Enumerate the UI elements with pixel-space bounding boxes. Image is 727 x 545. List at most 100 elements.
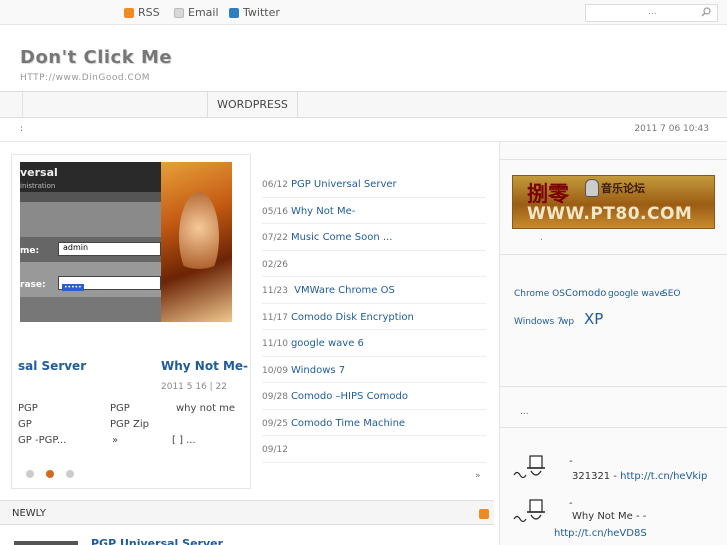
post-title[interactable]: Comodo Time Machine <box>291 418 405 429</box>
post-date: 09/28 <box>262 392 288 402</box>
post-title[interactable]: google wave 6 <box>291 338 364 349</box>
site-url: HTTP://www.DinGood.COM <box>20 73 151 83</box>
slide-text: why not me <box>176 403 236 414</box>
tweet-dash: - <box>569 456 573 467</box>
post-title[interactable]: VMWare Chrome OS <box>291 285 395 296</box>
search-icon[interactable] <box>701 7 711 17</box>
post-date: 11/23 <box>262 286 288 296</box>
tag-link[interactable]: wp <box>561 317 574 327</box>
slide-image-pgp-server[interactable]: versal inistration me: rase: admin ••••• <box>20 162 161 322</box>
list-item[interactable]: 05/16 Why Not Me- <box>262 198 486 224</box>
mail-icon <box>174 7 184 18</box>
post-title[interactable]: Comodo Disk Encryption <box>291 312 414 323</box>
list-item[interactable]: 11/17 Comodo Disk Encryption <box>262 304 486 330</box>
info-bar: : 2011 7 06 10:43 <box>0 119 727 142</box>
current-date: 2011 7 06 10:43 <box>634 124 709 134</box>
post-title[interactable]: Why Not Me- <box>291 206 355 217</box>
slide-title-pgp[interactable]: sal Server <box>18 359 86 373</box>
sidebar-divider <box>500 386 727 387</box>
tweet-link[interactable]: http://t.cn/heVD8S <box>554 528 647 539</box>
featured-slider: versal inistration me: rase: admin •••••… <box>11 154 251 489</box>
tweet-body: Why Not Me - - <box>572 511 647 522</box>
tweet-body: 321321 - <box>572 471 621 482</box>
tweet-link[interactable]: http://t.cn/heVkip <box>620 471 707 482</box>
slider-dot-3[interactable] <box>66 470 74 478</box>
post-list: 06/12 PGP Universal Server 05/16 Why Not M… <box>262 171 486 463</box>
post-date: 09/25 <box>262 418 288 429</box>
slide-image-user-label: me: <box>20 246 40 256</box>
list-item[interactable]: 10/09 Windows 7 <box>262 357 486 383</box>
list-item[interactable]: 07/22 Music Come Soon ... <box>262 224 486 251</box>
rss-icon[interactable] <box>479 509 489 519</box>
newly-post-title[interactable]: PGP Universal Server <box>91 537 223 545</box>
avatar <box>513 455 545 479</box>
list-item[interactable]: 09/28 Comodo –HIPS Comodo <box>262 383 486 410</box>
tag-link[interactable]: Windows 7 <box>514 317 563 327</box>
search-input[interactable]: ... <box>585 4 718 22</box>
post-title[interactable]: Windows 7 <box>291 365 345 376</box>
slide-text: GP <box>18 419 32 430</box>
slider-dot-2[interactable] <box>46 470 54 478</box>
list-item[interactable]: 09/12 <box>262 436 486 463</box>
tag-link[interactable]: Chrome OS <box>514 289 565 299</box>
slide-meta: 2011 5 16 | 22 <box>161 382 228 392</box>
sidebar: 捌零 音乐论坛 WWW.PT80.COM . Chrome OS Comodo … <box>499 142 727 545</box>
tag-link[interactable]: XP <box>584 310 603 328</box>
slide-image-why-not-me[interactable] <box>161 162 232 322</box>
post-date: 06/12 <box>262 180 288 190</box>
post-date: 02/26 <box>262 259 288 270</box>
microphone-icon <box>585 179 599 197</box>
tag-link[interactable]: Comodo <box>565 288 606 299</box>
sidebar-divider <box>500 159 727 160</box>
slide-read-more[interactable]: » <box>112 435 118 446</box>
email-link[interactable]: Email <box>174 6 219 19</box>
newly-section-header: NEWLY <box>0 500 494 525</box>
slide-image-pass-value: ••••• <box>62 284 84 291</box>
list-item[interactable]: 11/10 google wave 6 <box>262 330 486 357</box>
sidebar-divider <box>500 254 727 255</box>
newly-title: NEWLY <box>12 508 47 519</box>
banner-caption: . <box>540 233 543 243</box>
slide-text: PGP <box>110 403 130 414</box>
info-left-text: : <box>20 124 24 134</box>
slide-image-title: versal <box>20 166 58 179</box>
slide-title-why-not-me[interactable]: Why Not Me- <box>161 359 248 373</box>
avatar <box>513 499 545 523</box>
pt80-banner[interactable]: 捌零 音乐论坛 WWW.PT80.COM <box>512 175 715 229</box>
list-item[interactable]: 02/26 <box>262 251 486 277</box>
slider-dot-1[interactable] <box>26 470 34 478</box>
twitter-label: Twitter <box>243 6 280 19</box>
slide-text: [ ] ... <box>172 435 196 446</box>
tag-link[interactable]: google wave <box>608 289 665 299</box>
tweet-dash: - <box>569 498 573 509</box>
list-item[interactable]: 11/23 VMWare Chrome OS <box>262 277 486 304</box>
banner-cn-right: 音乐论坛 <box>601 182 645 195</box>
list-item[interactable]: 09/25 Comodo Time Machine <box>262 410 486 436</box>
rss-link[interactable]: RSS <box>124 6 160 19</box>
list-item[interactable]: 06/12 PGP Universal Server <box>262 171 486 198</box>
post-thumbnail[interactable] <box>14 541 78 545</box>
tweet-link-text[interactable]: http://t.cn/heVD8S <box>554 528 647 539</box>
slide-text: PGP Zip <box>110 419 149 430</box>
slide-image-user-field: admin <box>58 242 161 256</box>
post-title[interactable]: PGP Universal Server <box>291 179 397 190</box>
main-nav: WORDPRESS <box>0 91 727 118</box>
rss-label: RSS <box>138 6 160 19</box>
portrait-face <box>179 192 219 282</box>
post-title[interactable]: Music Come Soon ... <box>291 232 392 243</box>
site-title[interactable]: Don't Click Me <box>20 47 172 68</box>
post-title[interactable]: Comodo –HIPS Comodo <box>291 391 408 402</box>
sidebar-divider <box>500 427 727 428</box>
twitter-link[interactable]: Twitter <box>229 6 280 19</box>
tag-link[interactable]: SEO <box>662 289 680 299</box>
tweet-text: 321321 - http://t.cn/heVkip <box>572 471 707 482</box>
post-date: 11/10 <box>262 339 288 349</box>
slide-image-subtitle: inistration <box>20 182 56 190</box>
post-date: 05/16 <box>262 206 288 217</box>
slide-image-pass-label: rase: <box>20 280 46 290</box>
post-date: 07/22 <box>262 233 288 243</box>
post-date: 11/17 <box>262 312 288 323</box>
post-date: 10/09 <box>262 365 288 376</box>
post-list-more-link[interactable]: » <box>475 471 481 481</box>
nav-item-wordpress[interactable]: WORDPRESS <box>207 92 298 118</box>
